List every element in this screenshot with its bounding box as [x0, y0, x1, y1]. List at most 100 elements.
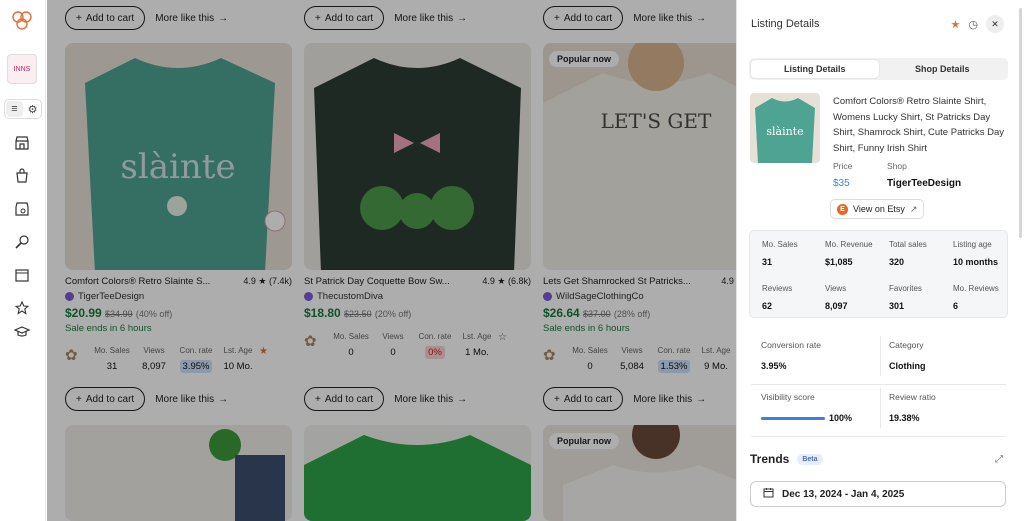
rating: 4.9 ★ (6.8k): [482, 276, 531, 286]
stat-label: Lst. Age: [223, 346, 253, 355]
history-icon[interactable]: ◷: [968, 18, 978, 31]
tab-shop-details[interactable]: Shop Details: [879, 60, 1007, 78]
product-image[interactable]: LET'S GET Popular now: [543, 43, 736, 270]
price: $20.99: [65, 306, 102, 320]
product-image[interactable]: slàinte: [65, 43, 292, 270]
calendar-icon[interactable]: [12, 265, 32, 285]
shop-name[interactable]: WildSageClothingCo: [556, 291, 644, 302]
panel-title: Listing Details: [751, 18, 820, 30]
add-to-cart-label: Add to cart: [85, 393, 135, 405]
card-stats: ✿ Mo. Sales 0 Views 5,084 Con. rate 1.53% L…: [543, 346, 736, 373]
shop-name[interactable]: ThecustomDiva: [317, 291, 383, 302]
add-to-cart-button[interactable]: + Add to cart: [65, 387, 146, 411]
tab-listing-details[interactable]: Listing Details: [751, 60, 879, 78]
more-like-this-link[interactable]: More like this →: [394, 13, 467, 24]
stat-label: Con. rate: [657, 346, 691, 355]
add-to-cart-button[interactable]: + Add to cart: [65, 6, 146, 30]
store-thumbnail[interactable]: INNS: [7, 54, 37, 84]
metric: Total sales 320: [889, 240, 927, 267]
price-label: Price: [833, 161, 853, 171]
calendar-icon: [763, 487, 774, 501]
conversion-rate-value: 3.95%: [761, 361, 787, 371]
favorite-star-icon[interactable]: ★: [951, 18, 961, 31]
metric: Mo. Revenue $1,085: [825, 240, 873, 267]
metric: Mo. Reviews 6: [953, 284, 999, 311]
more-like-this-link[interactable]: More like this →: [633, 13, 706, 24]
star-icon[interactable]: [12, 298, 32, 318]
view-on-etsy-button[interactable]: E View on Etsy ↗: [830, 199, 925, 219]
list-view-icon[interactable]: ≡: [6, 101, 23, 117]
more-like-label: More like this: [633, 12, 693, 24]
divider: [751, 436, 1006, 437]
listing-thumbnail: slàinte: [750, 93, 820, 163]
store-icon[interactable]: [12, 133, 32, 153]
product-image[interactable]: Popular now: [543, 425, 736, 521]
visibility-score-value: 100%: [829, 413, 853, 423]
product-title[interactable]: Lets Get Shamrocked St Patricks...: [543, 276, 708, 287]
more-like-this-link[interactable]: More like this →: [394, 394, 467, 405]
stat-value: 5,084: [620, 361, 644, 372]
arrow-right-icon: →: [696, 12, 707, 24]
logo-icon[interactable]: [10, 8, 34, 32]
view-toggle[interactable]: ≡ ⚙: [4, 99, 42, 119]
product-image[interactable]: [304, 425, 531, 521]
arrow-right-icon: →: [218, 393, 229, 405]
add-to-cart-button[interactable]: + Add to cart: [304, 6, 385, 30]
rating: 4.9 ★ (7.4k): [243, 276, 292, 286]
product-title[interactable]: St Patrick Day Coquette Bow Sw...: [304, 276, 469, 287]
shop-name[interactable]: TigerTeeDesign: [78, 291, 144, 302]
add-to-cart-button[interactable]: + Add to cart: [304, 387, 385, 411]
stat-value: 0: [348, 347, 354, 358]
stat-value: 0: [587, 361, 593, 372]
favorite-star-icon[interactable]: ☆: [498, 332, 507, 343]
plus-icon: +: [554, 12, 560, 24]
discount: (28% off): [613, 309, 651, 319]
more-like-this-link[interactable]: More like this →: [155, 13, 228, 24]
stat-label: Lst. Age: [462, 332, 492, 341]
metric-value: $1,085: [825, 257, 853, 267]
shopping-bag-icon[interactable]: [12, 166, 32, 186]
learn-icon[interactable]: [12, 322, 32, 342]
product-title[interactable]: Comfort Colors® Retro Slainte S...: [65, 276, 230, 287]
plus-icon: +: [315, 12, 321, 24]
grid-view-icon[interactable]: ⚙: [24, 103, 41, 116]
product-image[interactable]: [65, 425, 292, 521]
price: $18.80: [304, 306, 341, 320]
stat-label: Con. rate: [418, 332, 452, 341]
product-card[interactable]: slàinte Comfort Colors® Retro Slainte S.…: [65, 43, 292, 373]
stat-value: 1 Mo.: [465, 347, 489, 358]
shop-search-icon[interactable]: [12, 199, 32, 219]
add-to-cart-button[interactable]: + Add to cart: [543, 387, 624, 411]
more-like-this-link[interactable]: More like this →: [155, 394, 228, 405]
beta-badge: Beta: [797, 453, 823, 465]
add-to-cart-label: Add to cart: [324, 393, 374, 405]
shirt-print-text: slàinte: [120, 147, 235, 187]
product-card[interactable]: LET'S GET Popular now Lets Get Shamrocke…: [543, 43, 736, 373]
product-image[interactable]: [304, 43, 531, 270]
panel-scrollbar[interactable]: [1019, 8, 1022, 238]
review-ratio-label: Review ratio: [889, 392, 936, 402]
stat-label: Views: [382, 332, 404, 341]
favorite-star-icon[interactable]: ★: [259, 346, 268, 357]
metric-value: 31: [762, 257, 773, 267]
expand-icon[interactable]: ⤢: [995, 454, 1003, 465]
metric-value: 6: [953, 301, 959, 311]
stat-value: 10 Mo.: [223, 361, 253, 372]
metric-label: Views: [825, 284, 847, 293]
discount: (40% off): [135, 309, 173, 319]
metric: Listing age 10 months: [953, 240, 998, 267]
add-to-cart-button[interactable]: + Add to cart: [543, 6, 624, 30]
stat-value: 1.53%: [657, 360, 691, 373]
shop-value[interactable]: TigerTeeDesign: [887, 178, 961, 189]
product-card[interactable]: St Patrick Day Coquette Bow Sw... 4.9 ★ (…: [304, 43, 531, 359]
review-ratio-field: Review ratio 19.38%: [889, 392, 936, 423]
more-like-this-link[interactable]: More like this →: [633, 394, 706, 405]
plus-icon: +: [76, 12, 82, 24]
popular-badge: Popular now: [549, 51, 619, 67]
metric: Mo. Sales 31: [762, 240, 798, 267]
add-to-cart-label: Add to cart: [563, 12, 613, 24]
keyword-search-icon[interactable]: [12, 232, 32, 252]
trends-header: Trends Beta: [750, 452, 823, 466]
close-icon[interactable]: ✕: [986, 15, 1004, 33]
date-range-picker[interactable]: Dec 13, 2024 - Jan 4, 2025: [750, 481, 1006, 507]
